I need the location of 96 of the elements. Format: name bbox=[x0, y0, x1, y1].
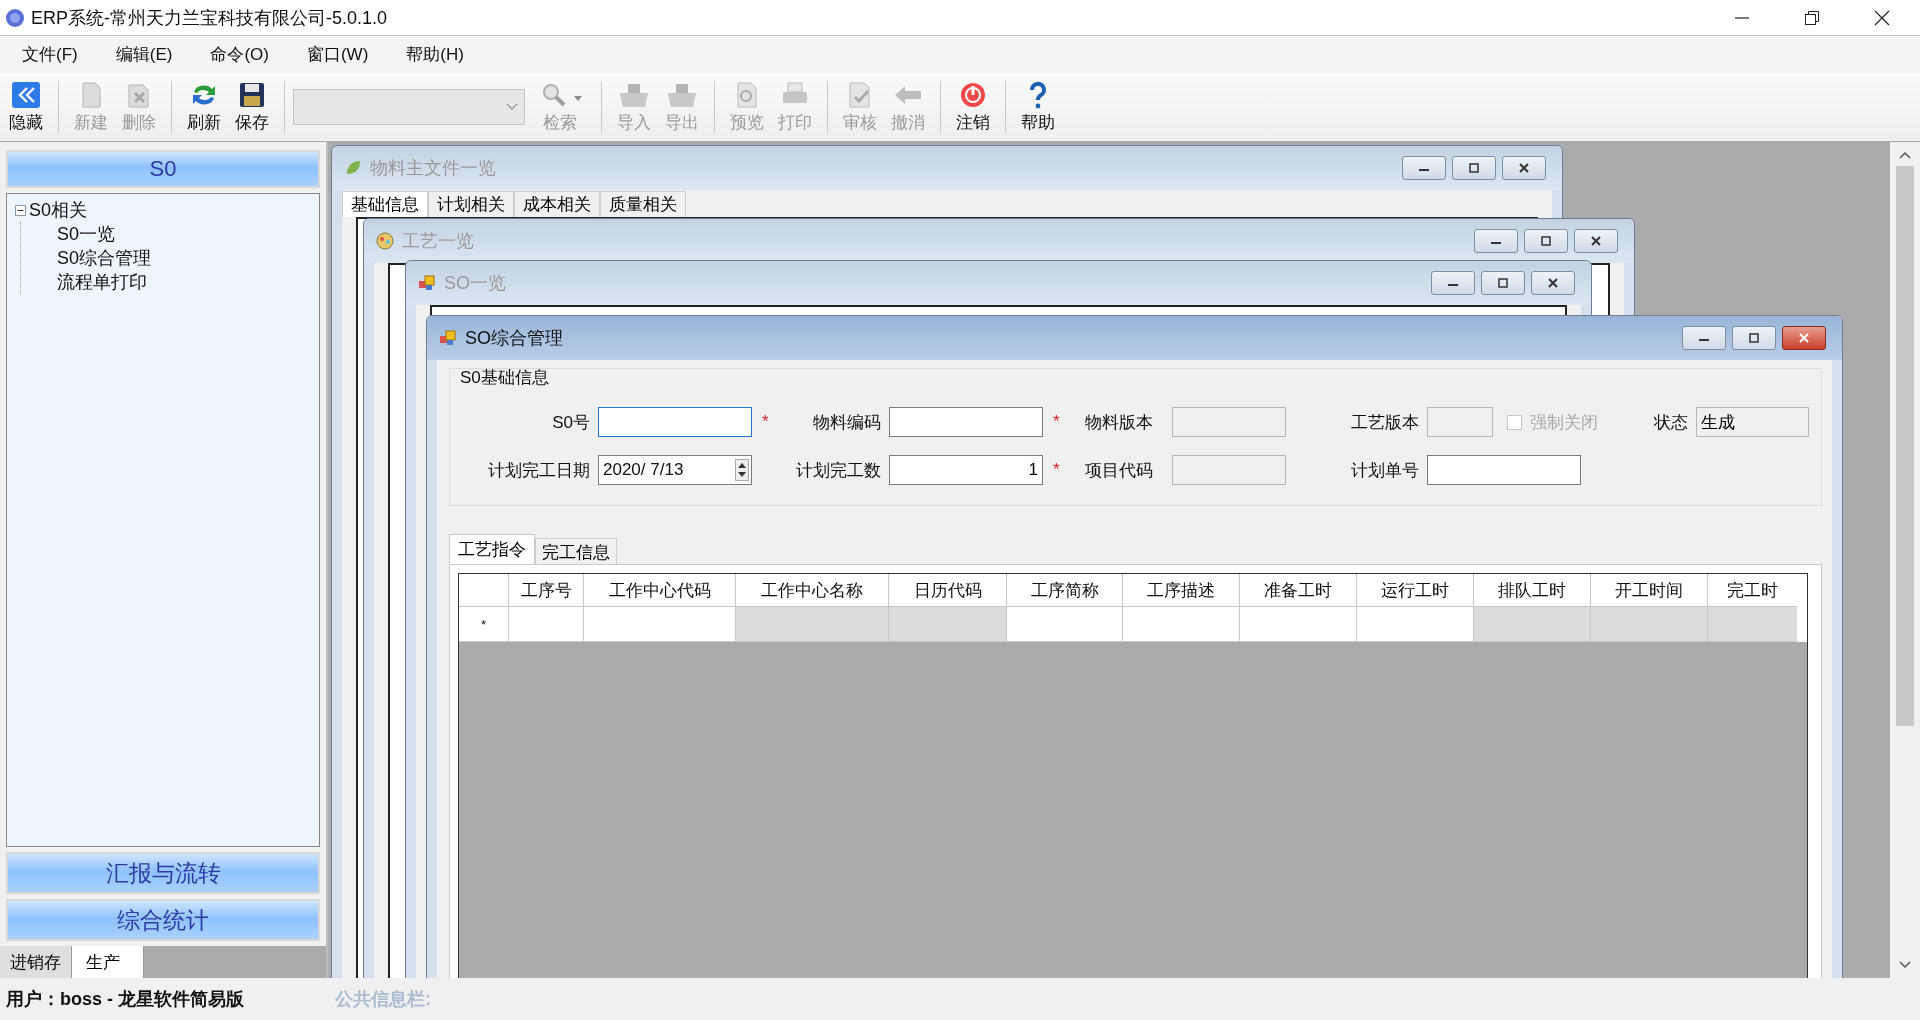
tab[interactable]: 工艺指令 bbox=[449, 534, 535, 564]
table-cell[interactable] bbox=[509, 607, 584, 642]
input-field[interactable] bbox=[889, 407, 1043, 437]
close-icon bbox=[1517, 163, 1531, 173]
field-label: 状态 bbox=[1653, 411, 1689, 434]
field-label: 物料编码 bbox=[812, 411, 882, 434]
app-logo-icon bbox=[5, 7, 25, 28]
maximize-icon bbox=[1747, 333, 1761, 343]
table-cell[interactable] bbox=[1708, 607, 1797, 642]
minimize-button[interactable] bbox=[1431, 271, 1475, 295]
menu-item[interactable]: 窗口(W) bbox=[294, 43, 381, 66]
tree-item[interactable]: S0综合管理 bbox=[43, 246, 152, 270]
close-icon bbox=[1589, 236, 1603, 246]
group-title: S0基础信息 bbox=[460, 367, 549, 389]
info-label: 公共信息栏: bbox=[335, 988, 431, 1011]
field-label: 项目代码 bbox=[1084, 459, 1154, 482]
input-field[interactable] bbox=[1172, 455, 1286, 485]
caret-icon bbox=[574, 96, 582, 101]
child-window-title: 工艺一览 bbox=[402, 230, 474, 253]
child-window-title: 物料主文件一览 bbox=[370, 157, 496, 180]
close-icon[interactable] bbox=[1874, 9, 1890, 26]
double-chevron-icon bbox=[10, 80, 42, 109]
field-label: 计划完工日期 bbox=[487, 459, 591, 482]
tab[interactable]: 质量相关 bbox=[600, 191, 686, 217]
input-field[interactable]: 1 bbox=[889, 455, 1043, 485]
sidebar-tab[interactable]: 生产 bbox=[72, 946, 144, 978]
table-cell[interactable] bbox=[889, 607, 1007, 642]
field-label: 工艺版本 bbox=[1350, 411, 1420, 434]
maximize-icon bbox=[1496, 278, 1510, 288]
maximize-button[interactable] bbox=[1452, 156, 1496, 180]
table-cell[interactable] bbox=[736, 607, 889, 642]
maximize-button[interactable] bbox=[1732, 326, 1776, 350]
input-field[interactable] bbox=[1427, 455, 1581, 485]
close-icon bbox=[1546, 278, 1560, 288]
close-button[interactable] bbox=[1782, 326, 1826, 350]
input-field[interactable] bbox=[1172, 407, 1286, 437]
maximize-button[interactable] bbox=[1524, 229, 1568, 253]
tab[interactable]: 基础信息 bbox=[342, 191, 428, 217]
close-icon bbox=[1797, 333, 1811, 343]
scroll-up-icon[interactable] bbox=[1898, 150, 1912, 160]
scrollbar-thumb[interactable] bbox=[1896, 166, 1914, 726]
window-stack-icon bbox=[418, 274, 436, 292]
required-mark: * bbox=[1052, 412, 1060, 431]
window-stack-icon bbox=[439, 329, 457, 347]
maximize-button[interactable] bbox=[1481, 271, 1525, 295]
sidebar-section-button[interactable]: 汇报与流转 bbox=[6, 852, 320, 894]
sidebar-header-button[interactable]: S0 bbox=[6, 150, 320, 188]
tab[interactable]: 成本相关 bbox=[514, 191, 600, 217]
child-window-title: SO综合管理 bbox=[465, 327, 563, 350]
window-title: ERP系统-常州天力兰宝科技有限公司-5.0.1.0 bbox=[31, 6, 388, 30]
maximize-icon bbox=[1539, 236, 1553, 246]
table-cell[interactable] bbox=[1123, 607, 1240, 642]
toolbar-button[interactable]: 保存 bbox=[228, 80, 276, 134]
leaf-icon bbox=[344, 159, 362, 177]
input-field[interactable] bbox=[1427, 407, 1493, 437]
collapse-icon[interactable] bbox=[15, 204, 26, 216]
toolbar-button[interactable]: 隐藏 bbox=[2, 80, 50, 134]
toolbar-button[interactable]: 注销 bbox=[949, 80, 997, 134]
close-button[interactable] bbox=[1531, 271, 1575, 295]
field-label: 计划单号 bbox=[1350, 459, 1420, 482]
tab[interactable]: 完工信息 bbox=[535, 538, 617, 564]
toolbar-button[interactable]: 刷新 bbox=[180, 80, 228, 134]
tree-item[interactable]: S0相关 bbox=[29, 198, 88, 222]
menu-item[interactable]: 文件(F) bbox=[10, 43, 90, 66]
tree-item[interactable]: 流程单打印 bbox=[43, 270, 147, 294]
toolbar-button[interactable]: 帮助 bbox=[1014, 80, 1062, 134]
minimize-button[interactable] bbox=[1682, 326, 1726, 350]
field-label: 物料版本 bbox=[1084, 411, 1154, 434]
close-button[interactable] bbox=[1502, 156, 1546, 180]
tree-item[interactable]: S0一览 bbox=[43, 222, 116, 246]
maximize-icon bbox=[1467, 163, 1481, 173]
table-cell[interactable] bbox=[1474, 607, 1591, 642]
table-cell[interactable] bbox=[1591, 607, 1708, 642]
table-cell[interactable] bbox=[1007, 607, 1123, 642]
child-window-title: SO一览 bbox=[444, 272, 506, 295]
tab[interactable]: 计划相关 bbox=[428, 191, 514, 217]
input-field[interactable]: 生成 bbox=[1696, 407, 1809, 437]
sidebar-section-button[interactable]: 综合统计 bbox=[6, 899, 320, 941]
minimize-button[interactable] bbox=[1402, 156, 1446, 180]
checkbox-label: 强制关闭 bbox=[1530, 411, 1598, 434]
user-status: 用户：boss - 龙星软件简易版 bbox=[6, 988, 245, 1011]
sidebar-tab[interactable]: 进销存 bbox=[0, 946, 72, 978]
required-mark: * bbox=[1052, 460, 1060, 479]
menu-item[interactable]: 帮助(H) bbox=[394, 43, 476, 66]
date-field[interactable]: 2020/ 7/13 bbox=[598, 455, 752, 485]
scroll-down-icon[interactable] bbox=[1898, 960, 1912, 970]
menu-item[interactable]: 命令(O) bbox=[198, 43, 281, 66]
input-field[interactable] bbox=[598, 407, 752, 437]
table-cell[interactable] bbox=[1240, 607, 1357, 642]
field-label: S0号 bbox=[551, 411, 591, 434]
close-button[interactable] bbox=[1574, 229, 1618, 253]
restore-icon[interactable] bbox=[1804, 9, 1820, 26]
field-label: 计划完工数 bbox=[795, 459, 882, 482]
menu-item[interactable]: 编辑(E) bbox=[103, 43, 185, 66]
minimize-button[interactable] bbox=[1474, 229, 1518, 253]
required-mark: * bbox=[761, 412, 769, 431]
